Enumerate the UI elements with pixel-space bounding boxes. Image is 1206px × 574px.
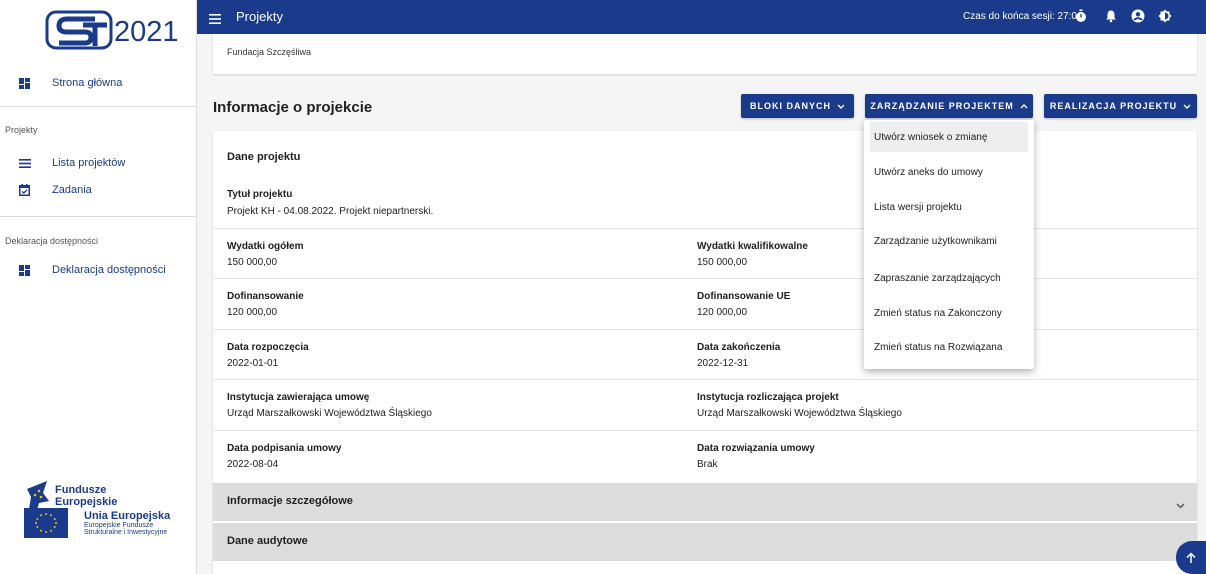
menu-item-label: Utwórz aneks do umowy bbox=[874, 167, 983, 178]
accordion-label: Dane audytowe bbox=[227, 535, 308, 547]
field-label: Data rozpoczęcia bbox=[227, 342, 309, 353]
menu-item-label: Zmień status na Rozwiązana bbox=[874, 342, 1003, 353]
field-label: Tytuł projektu bbox=[227, 189, 293, 200]
divider bbox=[0, 216, 196, 217]
chevron-down-icon bbox=[1176, 496, 1185, 514]
field-value: Urząd Marszałkowski Województwa Śląskieg… bbox=[697, 408, 902, 419]
field-value: Urząd Marszałkowski Województwa Śląskieg… bbox=[227, 408, 432, 419]
project-management-label: ZARZĄDZANIE PROJEKTEM bbox=[870, 101, 1014, 111]
sidebar-item-tasks[interactable]: Zadania bbox=[0, 178, 196, 202]
menu-item-project-versions[interactable]: Lista wersji projektu bbox=[864, 192, 1034, 222]
section-label-projects: Projekty bbox=[5, 125, 38, 135]
app-logo[interactable]: 2021 bbox=[45, 10, 179, 50]
eu-logo-line2: Europejskie Fundusze bbox=[84, 522, 154, 529]
session-timer: Czas do końca sesji: 27:01 bbox=[963, 11, 1083, 22]
sidebar-item-label: Deklaracja dostępności bbox=[52, 264, 166, 276]
account-circle-icon[interactable] bbox=[1131, 9, 1145, 23]
field-label: Instytucja rozliczająca projekt bbox=[697, 392, 839, 403]
eu-flag-icon bbox=[24, 508, 68, 538]
menu-item-status-terminated[interactable]: Zmień status na Rozwiązana bbox=[864, 332, 1034, 362]
chevron-down-icon bbox=[1183, 104, 1191, 109]
sidebar-item-label: Zadania bbox=[52, 184, 92, 196]
project-realization-button[interactable]: REALIZACJA PROJEKTU bbox=[1044, 94, 1197, 118]
notifications-icon[interactable] bbox=[1104, 9, 1118, 23]
field-value: 2022-01-01 bbox=[227, 358, 279, 369]
row-divider bbox=[213, 430, 1197, 431]
hamburger-menu-icon[interactable] bbox=[209, 11, 221, 29]
logo-year: 2021 bbox=[114, 16, 179, 48]
beneficiary-card: Fundacja Szczęśliwa bbox=[213, 34, 1197, 74]
menu-item-change-request[interactable]: Utwórz wniosek o zmianę bbox=[870, 122, 1028, 152]
field-value: 2022-08-04 bbox=[227, 459, 279, 470]
card-title: Dane projektu bbox=[227, 151, 301, 163]
accordion-audit[interactable]: Dane audytowe bbox=[213, 523, 1197, 561]
row-divider bbox=[213, 329, 1197, 330]
top-app-bar: Projekty Czas do końca sesji: 27:01 bbox=[197, 0, 1206, 34]
dashboard-icon bbox=[18, 264, 31, 277]
menu-item-label: Lista wersji projektu bbox=[874, 202, 962, 213]
menu-item-label: Zarządzanie użytkownikami bbox=[874, 236, 997, 247]
sidebar: 2021 Strona główna Projekty Lista projek… bbox=[0, 0, 197, 574]
data-blocks-button[interactable]: BLOKI DANYCH bbox=[741, 94, 854, 118]
sidebar-item-projects-list[interactable]: Lista projektów bbox=[0, 151, 196, 175]
project-realization-label: REALIZACJA PROJEKTU bbox=[1049, 101, 1178, 111]
field-value: Brak bbox=[697, 459, 718, 470]
arrow-up-icon bbox=[1186, 551, 1196, 563]
chevron-up-icon bbox=[1020, 103, 1028, 108]
beneficiary-name: Fundacja Szczęśliwa bbox=[227, 47, 312, 57]
field-value: Projekt KH - 04.08.2022. Projekt niepart… bbox=[227, 206, 434, 217]
sidebar-item-accessibility[interactable]: Deklaracja dostępności bbox=[0, 258, 196, 282]
st-logo-icon bbox=[45, 10, 113, 50]
field-label: Data rozwiązania umowy bbox=[697, 443, 815, 454]
field-value: 150 000,00 bbox=[227, 257, 278, 268]
section-label-accessibility: Deklaracja dostępności bbox=[5, 236, 99, 246]
eu-logo-line1: Unia Europejska bbox=[84, 510, 171, 522]
menu-item-user-management[interactable]: Zarządzanie użytkownikami bbox=[864, 226, 1034, 256]
sidebar-item-home[interactable]: Strona główna bbox=[0, 71, 196, 95]
divider bbox=[0, 106, 196, 107]
chevron-down-icon bbox=[837, 104, 845, 109]
dashboard-icon bbox=[18, 77, 31, 90]
eu-logo-line3: Strukturalne i Inwestycyjne bbox=[84, 529, 168, 536]
contrast-settings-icon[interactable] bbox=[1158, 9, 1172, 23]
fe-logo-line2: Europejskie bbox=[55, 496, 118, 508]
project-management-button[interactable]: ZARZĄDZANIE PROJEKTEM bbox=[865, 94, 1033, 118]
field-value: 150 000,00 bbox=[697, 257, 748, 268]
menu-list-icon bbox=[18, 157, 31, 170]
sidebar-item-label: Lista projektów bbox=[52, 157, 126, 169]
page-title: Projekty bbox=[236, 9, 283, 24]
row-divider bbox=[213, 278, 1197, 279]
project-management-menu: Utwórz wniosek o zmianę Utwórz aneks do … bbox=[864, 120, 1034, 369]
field-label: Data zakończenia bbox=[697, 342, 781, 353]
field-label: Dofinansowanie UE bbox=[697, 291, 791, 302]
scroll-to-top-button[interactable] bbox=[1176, 541, 1206, 574]
field-label: Dofinansowanie bbox=[227, 291, 304, 302]
field-value: 2022-12-31 bbox=[697, 358, 749, 369]
fe-logo-line1: Fundusze bbox=[55, 484, 107, 496]
menu-item-invite-managers[interactable]: Zapraszanie zarządzających bbox=[864, 263, 1034, 293]
section-heading: Informacje o projekcie bbox=[213, 99, 373, 116]
stopwatch-icon[interactable] bbox=[1074, 9, 1088, 23]
row-divider bbox=[213, 228, 1197, 229]
field-label: Wydatki kwalifikowalne bbox=[697, 241, 808, 252]
field-value: 120 000,00 bbox=[697, 307, 748, 318]
menu-item-status-completed[interactable]: Zmień status na Zakonczony bbox=[864, 298, 1034, 328]
data-blocks-label: BLOKI DANYCH bbox=[750, 101, 831, 111]
menu-item-contract-annex[interactable]: Utwórz aneks do umowy bbox=[864, 157, 1034, 187]
field-label: Instytucja zawierająca umowę bbox=[227, 392, 370, 403]
menu-item-label: Zmień status na Zakonczony bbox=[874, 308, 1002, 319]
menu-item-label: Zapraszanie zarządzających bbox=[874, 273, 1001, 284]
project-data-card: Dane projektu Tytuł projektu Projekt KH … bbox=[213, 131, 1197, 574]
accordion-details[interactable]: Informacje szczegółowe bbox=[213, 483, 1197, 521]
calendar-check-icon bbox=[18, 184, 31, 197]
field-label: Data podpisania umowy bbox=[227, 443, 342, 454]
menu-item-label: Utwórz wniosek o zmianę bbox=[874, 132, 988, 143]
field-label: Wydatki ogółem bbox=[227, 241, 304, 252]
field-value: 120 000,00 bbox=[227, 307, 278, 318]
row-divider bbox=[213, 379, 1197, 380]
accordion-label: Informacje szczegółowe bbox=[227, 495, 353, 507]
sidebar-item-label: Strona główna bbox=[52, 77, 123, 89]
